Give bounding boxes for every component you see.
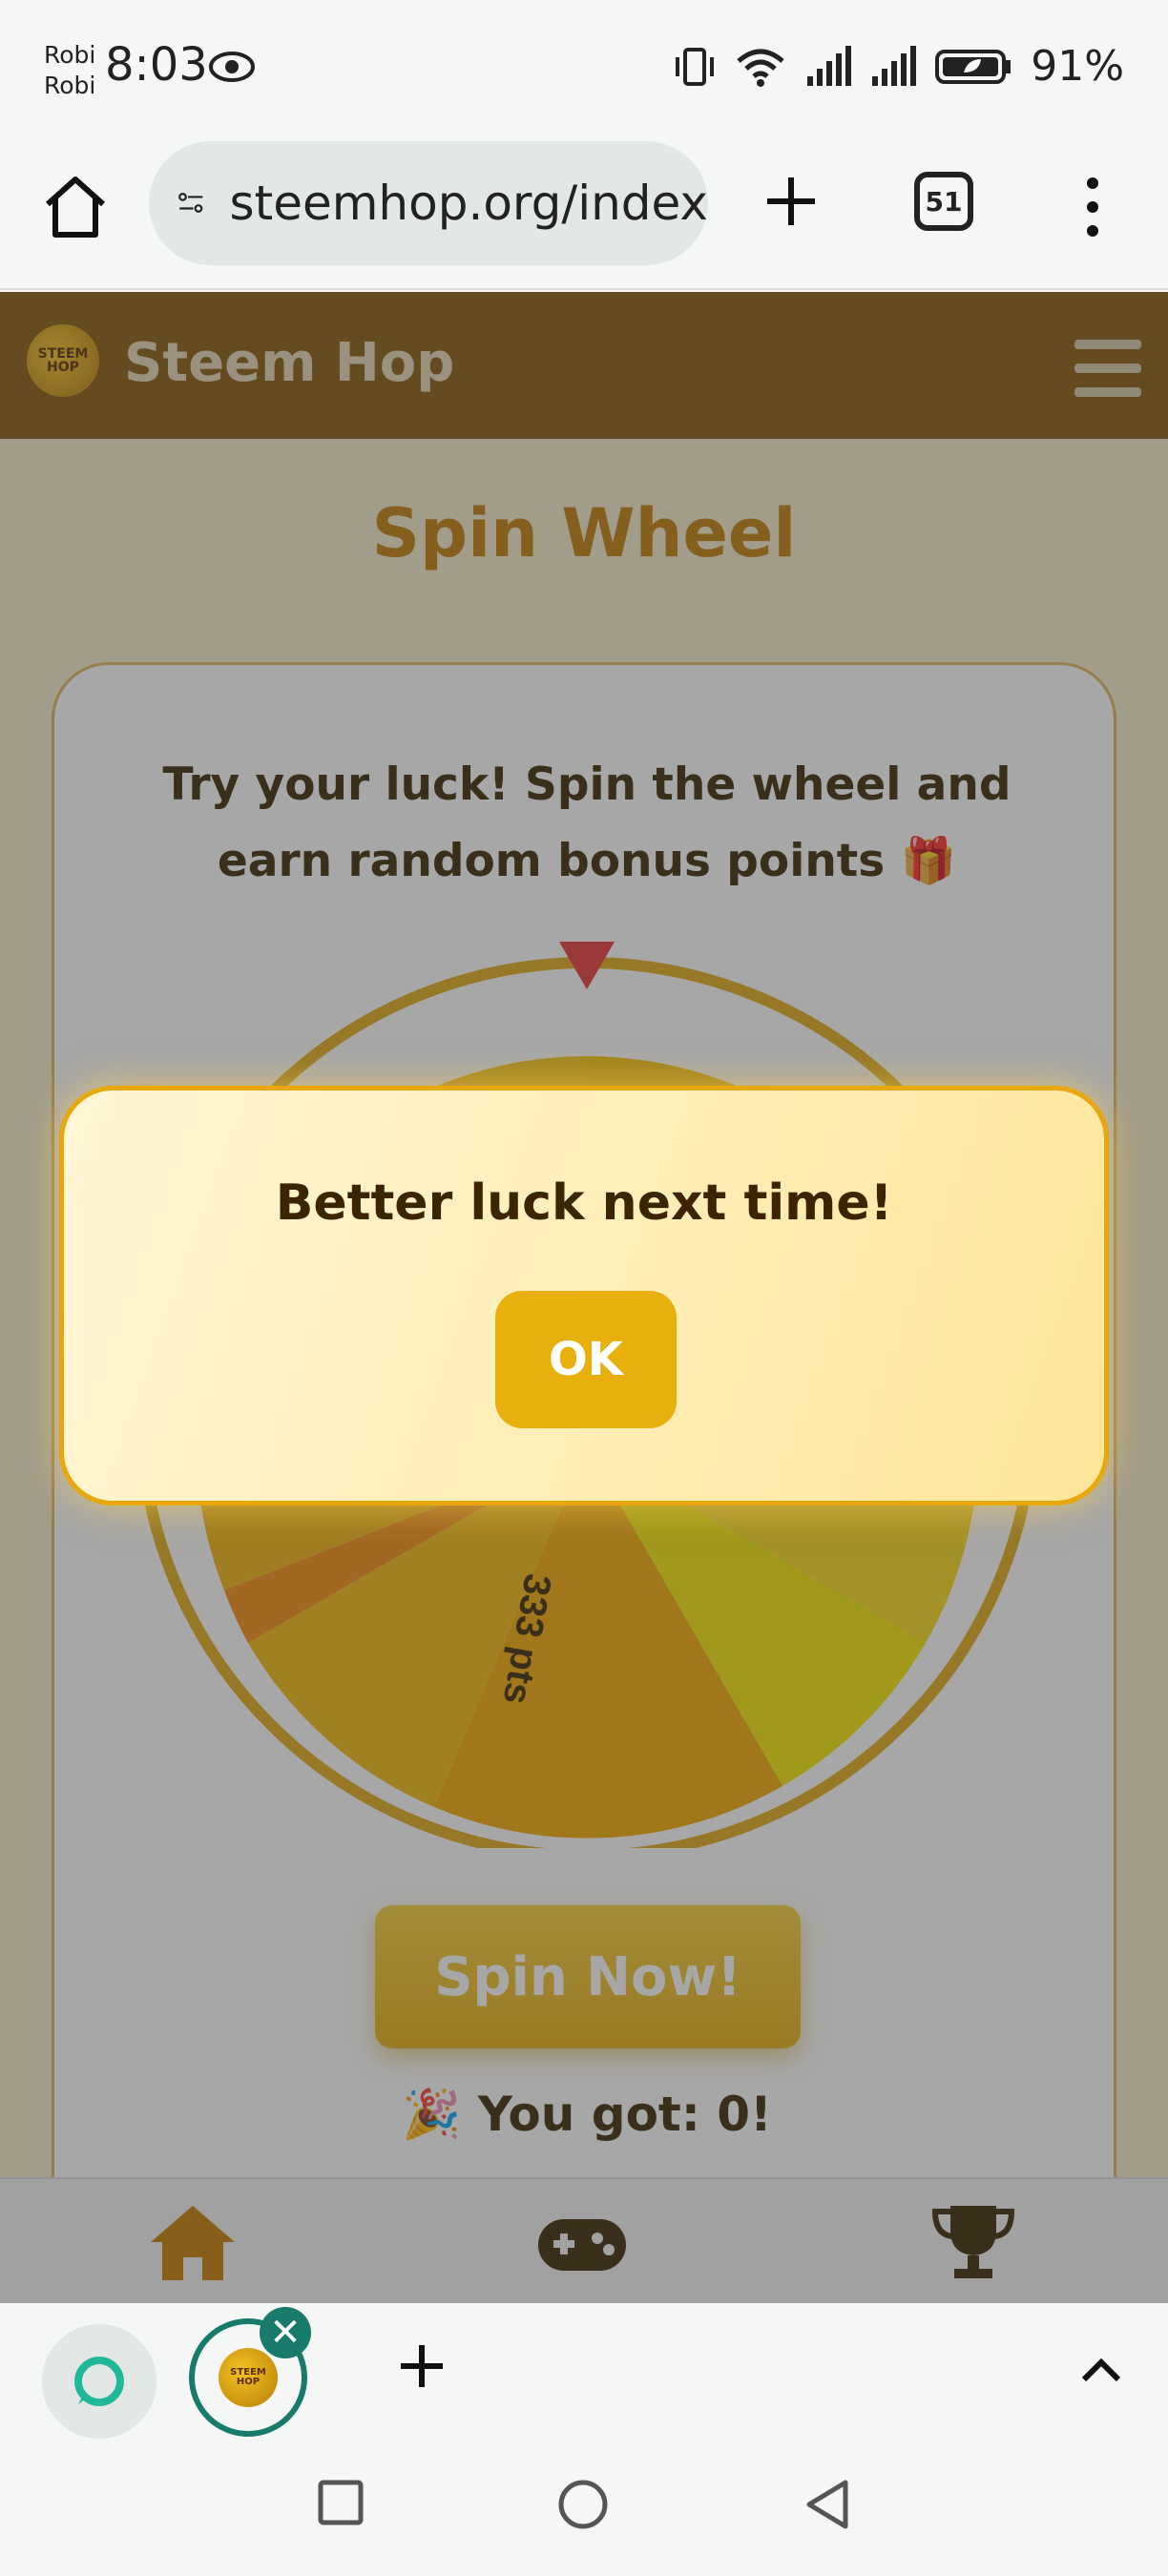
chat-app-icon — [74, 2357, 124, 2406]
tab-bubble-other[interactable] — [42, 2324, 156, 2439]
add-tab-icon[interactable] — [393, 2337, 450, 2395]
address-bar[interactable]: steemhop.org/index — [149, 141, 708, 265]
tab-site-logo: STEEM HOP — [219, 2348, 278, 2407]
clock: 8:03 — [105, 38, 208, 92]
tab-strip: STEEM HOP ✕ — [0, 2303, 1168, 2446]
browser-toolbar: steemhop.org/index 51 — [0, 134, 1168, 290]
carrier-line-1: Robi — [44, 41, 96, 69]
status-icons: 91% — [674, 42, 1124, 91]
signal-icon-1 — [807, 45, 852, 86]
close-tab-icon[interactable]: ✕ — [260, 2307, 311, 2358]
chevron-up-icon[interactable] — [1073, 2341, 1130, 2399]
eye-icon — [209, 52, 255, 82]
vibrate-icon — [676, 47, 715, 86]
url-text[interactable]: steemhop.org/index — [230, 176, 708, 231]
recents-icon[interactable] — [317, 2479, 365, 2526]
battery-percent: 91% — [1031, 42, 1124, 91]
ok-button[interactable]: OK — [495, 1291, 677, 1428]
signal-icon-2 — [872, 45, 917, 86]
more-options-icon[interactable] — [1078, 174, 1107, 240]
status-bar: Robi Robi 8:03 91% — [0, 0, 1168, 134]
carrier-line-2: Robi — [44, 72, 96, 99]
result-modal: Better luck next time! OK — [59, 1086, 1109, 1506]
carrier-label: Robi Robi — [44, 40, 95, 101]
system-navigation — [0, 2446, 1168, 2576]
modal-message: Better luck next time! — [275, 1174, 893, 1232]
tab-switcher-button[interactable]: 51 — [914, 172, 973, 231]
battery-saver-icon — [935, 49, 1012, 84]
home-circle-icon[interactable] — [557, 2479, 609, 2530]
back-icon[interactable] — [803, 2479, 851, 2530]
wifi-icon — [737, 49, 784, 87]
home-icon[interactable] — [40, 172, 111, 242]
site-settings-icon[interactable] — [177, 182, 205, 224]
screen: Robi Robi 8:03 91% steemhop.org/index 51… — [0, 0, 1168, 2576]
new-tab-icon[interactable] — [758, 168, 824, 235]
